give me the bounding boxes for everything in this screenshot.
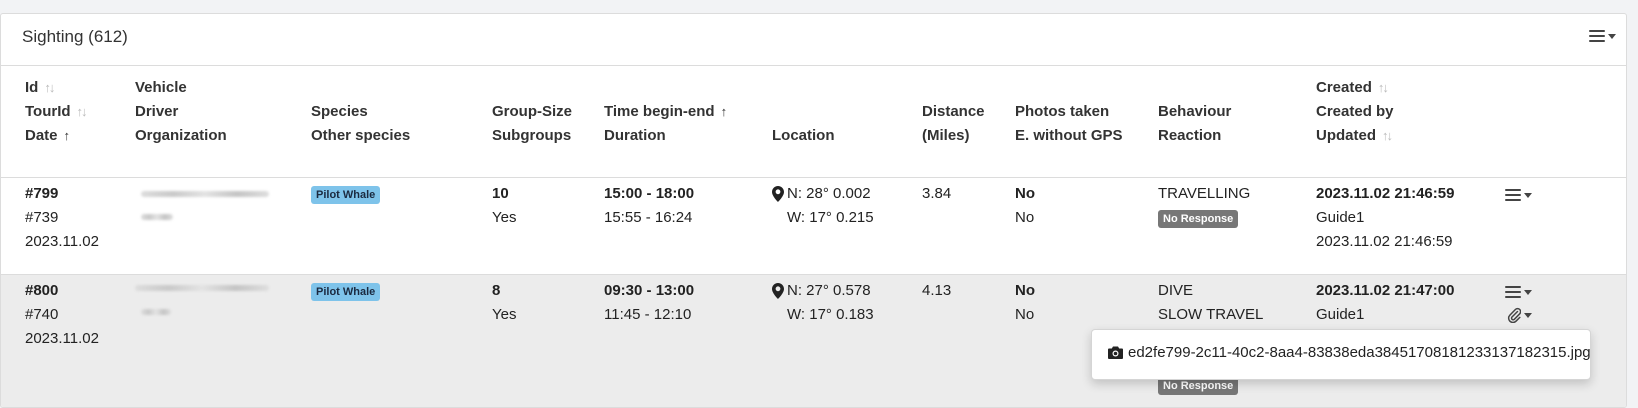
col-behaviour: Behaviour xyxy=(1158,103,1232,120)
row-no-gps: No xyxy=(1015,209,1035,226)
col-time[interactable]: Time begin-end xyxy=(604,103,715,120)
caret-down-icon xyxy=(1524,289,1532,295)
sort-icon[interactable]: ↑↓ xyxy=(1382,128,1393,143)
row-time: 15:00 - 18:00 xyxy=(604,185,695,202)
col-updated[interactable]: Updated xyxy=(1316,127,1376,144)
caret-down-icon xyxy=(1524,192,1532,198)
col-no-gps: E. without GPS xyxy=(1015,127,1123,144)
col-location: Location xyxy=(772,127,835,144)
redacted-driver xyxy=(141,214,173,220)
row-attachment-button[interactable] xyxy=(1507,307,1532,323)
col-reaction: Reaction xyxy=(1158,127,1222,144)
attachment-item[interactable]: ed2fe799-2c11-40c2-8aa4-83838eda38451708… xyxy=(1108,344,1591,361)
col-distance: Distance xyxy=(922,103,985,120)
row-subgroups: Yes xyxy=(492,306,517,323)
col-tourid[interactable]: TourId xyxy=(25,103,71,120)
row-lon: W: 17° 0.215 xyxy=(787,209,874,226)
row-actions-button[interactable] xyxy=(1505,189,1532,201)
col-created-by: Created by xyxy=(1316,103,1394,120)
row-photos: No xyxy=(1015,185,1035,202)
paperclip-icon xyxy=(1507,307,1521,323)
sort-icon[interactable]: ↑↓ xyxy=(1378,80,1389,95)
panel-menu-button[interactable] xyxy=(1589,30,1616,42)
sort-icon[interactable]: ↑↓ xyxy=(77,104,88,119)
row-lat: N: 27° 0.578 xyxy=(787,282,871,299)
row-duration: 15:55 - 16:24 xyxy=(604,209,693,226)
col-created[interactable]: Created xyxy=(1316,79,1372,96)
sort-icon[interactable]: ↑↓ xyxy=(44,80,55,95)
attachment-filename[interactable]: ed2fe799-2c11-40c2-8aa4-83838eda38451708… xyxy=(1128,344,1591,361)
row-created: 2023.11.02 21:46:59 xyxy=(1316,185,1455,202)
col-photos: Photos taken xyxy=(1015,103,1110,120)
row-tourid: #739 xyxy=(25,209,59,226)
row-id[interactable]: #799 xyxy=(25,182,99,206)
row-distance: 3.84 xyxy=(922,185,952,202)
row-photos: No xyxy=(1015,282,1035,299)
col-driver: Driver xyxy=(135,103,179,120)
col-id[interactable]: Id xyxy=(25,79,38,96)
row-tourid: #740 xyxy=(25,306,59,323)
col-group-size: Group-Size xyxy=(492,103,573,120)
col-subgroups: Subgroups xyxy=(492,127,572,144)
species-tag: Pilot Whale xyxy=(311,283,381,301)
col-distance-unit: (Miles) xyxy=(922,127,970,144)
redacted-driver xyxy=(141,309,171,315)
row-time: 09:30 - 13:00 xyxy=(604,282,695,299)
map-pin-icon[interactable] xyxy=(772,186,784,202)
reaction-tag: No Response xyxy=(1158,210,1239,228)
redacted-vehicle xyxy=(135,285,269,291)
table-row[interactable]: #799 #739 2023.11.02 Pilot Whale 10 Yes … xyxy=(1,178,1626,275)
row-id[interactable]: #800 xyxy=(25,279,99,303)
species-tag: Pilot Whale xyxy=(311,186,381,204)
row-lat: N: 28° 0.002 xyxy=(787,185,871,202)
col-organization: Organization xyxy=(135,127,227,144)
hamburger-icon xyxy=(1505,286,1521,298)
row-subgroups: Yes xyxy=(492,209,517,226)
row-lon: W: 17° 0.183 xyxy=(787,306,874,323)
row-created-by: Guide1 xyxy=(1316,306,1365,323)
hamburger-icon xyxy=(1505,189,1521,201)
col-duration: Duration xyxy=(604,127,666,144)
caret-down-icon xyxy=(1608,33,1616,39)
row-behaviour: TRAVELLING xyxy=(1158,185,1251,202)
row-duration: 11:45 - 12:10 xyxy=(604,306,692,323)
col-species: Species xyxy=(311,103,368,120)
sort-asc-icon[interactable]: ↑ xyxy=(64,128,71,143)
row-updated: 2023.11.02 21:46:59 xyxy=(1316,233,1453,250)
row-created-by: Guide1 xyxy=(1316,209,1365,226)
row-group-size: 8 xyxy=(492,282,501,299)
row-actions-button[interactable] xyxy=(1505,286,1532,298)
row-behaviour: DIVE xyxy=(1158,282,1194,299)
col-other-species: Other species xyxy=(311,127,411,144)
caret-down-icon xyxy=(1524,312,1532,318)
map-pin-icon[interactable] xyxy=(772,283,784,299)
row-behaviour-2: SLOW TRAVEL xyxy=(1158,306,1264,323)
row-group-size: 10 xyxy=(492,185,509,202)
panel-title: Sighting (612) xyxy=(22,27,128,46)
table-header: Id ↑↓ TourId ↑↓ Date ↑ Vehicle Driver Organ… xyxy=(1,66,1626,179)
col-date[interactable]: Date xyxy=(25,127,58,144)
row-distance: 4.13 xyxy=(922,282,952,299)
hamburger-icon xyxy=(1589,30,1605,42)
col-vehicle: Vehicle xyxy=(135,79,187,96)
row-date: 2023.11.02 xyxy=(25,330,99,347)
attachment-popup: ed2fe799-2c11-40c2-8aa4-83838eda38451708… xyxy=(1091,329,1591,380)
row-date: 2023.11.02 xyxy=(25,233,99,250)
row-no-gps: No xyxy=(1015,306,1035,323)
row-created: 2023.11.02 21:47:00 xyxy=(1316,282,1455,299)
sort-asc-icon[interactable]: ↑ xyxy=(721,104,728,119)
camera-icon xyxy=(1108,346,1123,359)
panel-header: Sighting (612) xyxy=(1,14,1626,66)
redacted-vehicle xyxy=(141,191,269,197)
